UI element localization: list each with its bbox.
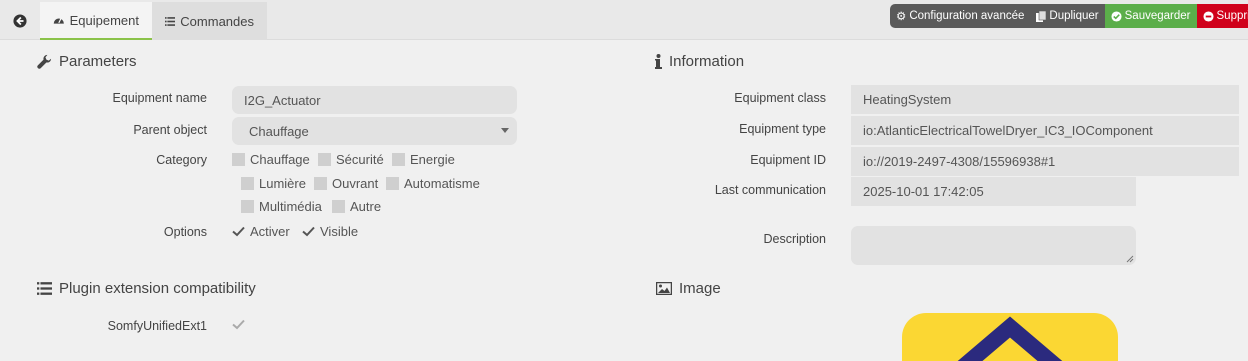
category-autre-label: Autre	[350, 199, 382, 214]
plugin-header: Plugin extension compatibility	[37, 280, 256, 297]
checkbox-empty[interactable]	[314, 177, 327, 190]
delete-button[interactable]: Supprimer	[1196, 4, 1248, 28]
option-visible[interactable]: Visible	[302, 224, 358, 239]
category-energie-label: Energie	[410, 152, 455, 167]
checkbox-empty[interactable]	[386, 177, 399, 190]
information-header: Information	[655, 53, 744, 70]
category-multimedia-label: Multimédia	[259, 199, 322, 214]
image-icon	[656, 282, 672, 295]
config-advanced-button[interactable]: ⚙ Configuration avancée	[890, 4, 1031, 28]
equipment-id-field: io://2019-2497-4308/15596938#1	[851, 147, 1239, 176]
last-communication-label: Last communication	[714, 183, 826, 197]
equipment-class-field: HeatingSystem	[851, 85, 1239, 114]
equipment-name-label: Equipment name	[112, 91, 207, 105]
action-buttons: ⚙ Configuration avancée Dupliquer Sauveg…	[890, 4, 1248, 28]
equipment-id-value: io://2019-2497-4308/15596938#1	[863, 154, 1056, 169]
equipment-image	[902, 313, 1118, 361]
category-ouvrant[interactable]: Ouvrant	[314, 176, 378, 191]
checkbox-empty[interactable]	[241, 200, 254, 213]
minus-circle-icon	[1202, 10, 1214, 22]
information-title: Information	[669, 53, 745, 70]
category-automatisme[interactable]: Automatisme	[386, 176, 480, 191]
dashboard-icon	[53, 18, 64, 24]
category-lumiere-label: Lumière	[259, 176, 306, 191]
equipment-class-value: HeatingSystem	[863, 92, 952, 107]
back-button[interactable]	[5, 6, 34, 35]
duplicate-label: Dupliquer	[1049, 10, 1099, 22]
tab-equipement[interactable]: Equipement	[40, 2, 152, 40]
checkbox-empty[interactable]	[241, 177, 254, 190]
category-multimedia[interactable]: Multimédia	[241, 199, 322, 214]
equipment-class-label: Equipment class	[734, 91, 826, 105]
parameters-header: Parameters	[37, 53, 137, 70]
category-energie[interactable]: Energie	[392, 152, 455, 167]
config-advanced-label: Configuration avancée	[909, 10, 1025, 22]
check-icon[interactable]	[232, 225, 245, 238]
check-icon[interactable]	[232, 318, 245, 331]
resize-handle-icon[interactable]	[1126, 255, 1134, 263]
option-visible-label: Visible	[320, 224, 359, 239]
last-communication-value: 2025-10-01 17:42:05	[863, 184, 984, 199]
category-securite[interactable]: Sécurité	[318, 152, 384, 167]
wrench-icon	[37, 54, 52, 69]
equipment-name-input[interactable]: I2G_Actuator	[232, 86, 517, 114]
category-label: Category	[156, 153, 207, 167]
tab-commandes[interactable]: Commandes	[152, 2, 267, 40]
description-textarea[interactable]	[851, 226, 1136, 265]
option-activer[interactable]: Activer	[232, 224, 290, 239]
checkbox-empty[interactable]	[232, 153, 245, 166]
checkbox-empty[interactable]	[392, 153, 405, 166]
image-header: Image	[656, 280, 721, 297]
image-title: Image	[679, 280, 721, 297]
category-ouvrant-label: Ouvrant	[332, 176, 379, 191]
parent-object-label: Parent object	[133, 123, 207, 137]
somfy-ext-checkbox[interactable]	[232, 318, 245, 331]
somfy-ext-label: SomfyUnifiedExt1	[107, 319, 207, 333]
top-bar: Equipement Commandes ⚙ Configuration ava…	[0, 0, 1248, 40]
tab-equipement-label: Equipement	[69, 12, 139, 28]
parameters-title: Parameters	[59, 53, 137, 70]
chevron-down-icon	[501, 128, 509, 133]
option-activer-label: Activer	[250, 224, 290, 239]
category-autre[interactable]: Autre	[332, 199, 381, 214]
save-button[interactable]: Sauvegarder	[1104, 4, 1197, 28]
check-circle-icon	[1111, 10, 1122, 22]
category-lumiere[interactable]: Lumière	[241, 176, 306, 191]
tab-commandes-label: Commandes	[180, 13, 254, 29]
list-icon	[37, 282, 52, 295]
duplicate-button[interactable]: Dupliquer	[1030, 4, 1105, 28]
plugin-title: Plugin extension compatibility	[59, 280, 256, 297]
options-label: Options	[163, 225, 207, 239]
cogs-icon: ⚙	[896, 11, 907, 23]
info-icon	[655, 54, 662, 69]
list-icon	[165, 16, 176, 26]
category-chauffage[interactable]: Chauffage	[232, 152, 310, 167]
checkbox-empty[interactable]	[332, 200, 345, 213]
check-icon[interactable]	[302, 225, 315, 238]
equipment-type-value: io:AtlanticElectricalTowelDryer_IC3_IOCo…	[863, 123, 1153, 138]
equipment-id-label: Equipment ID	[750, 153, 826, 167]
last-communication-field: 2025-10-01 17:42:05	[851, 177, 1136, 206]
save-label: Sauvegarder	[1124, 10, 1191, 22]
equipment-type-field: io:AtlanticElectricalTowelDryer_IC3_IOCo…	[851, 116, 1239, 145]
description-label: Description	[763, 232, 826, 246]
category-chauffage-label: Chauffage	[250, 152, 310, 167]
checkbox-empty[interactable]	[318, 153, 331, 166]
arrow-circle-left-icon	[12, 13, 27, 28]
equipment-type-label: Equipment type	[739, 122, 826, 136]
delete-label: Supprimer	[1216, 10, 1248, 22]
equipment-name-value: I2G_Actuator	[244, 92, 321, 108]
parent-object-select[interactable]: Chauffage	[232, 117, 517, 145]
copy-icon	[1036, 10, 1047, 22]
category-securite-label: Sécurité	[336, 152, 384, 167]
somfy-logo-icon	[957, 316, 1063, 361]
parent-object-value: Chauffage	[249, 123, 309, 139]
category-automatisme-label: Automatisme	[404, 176, 480, 191]
